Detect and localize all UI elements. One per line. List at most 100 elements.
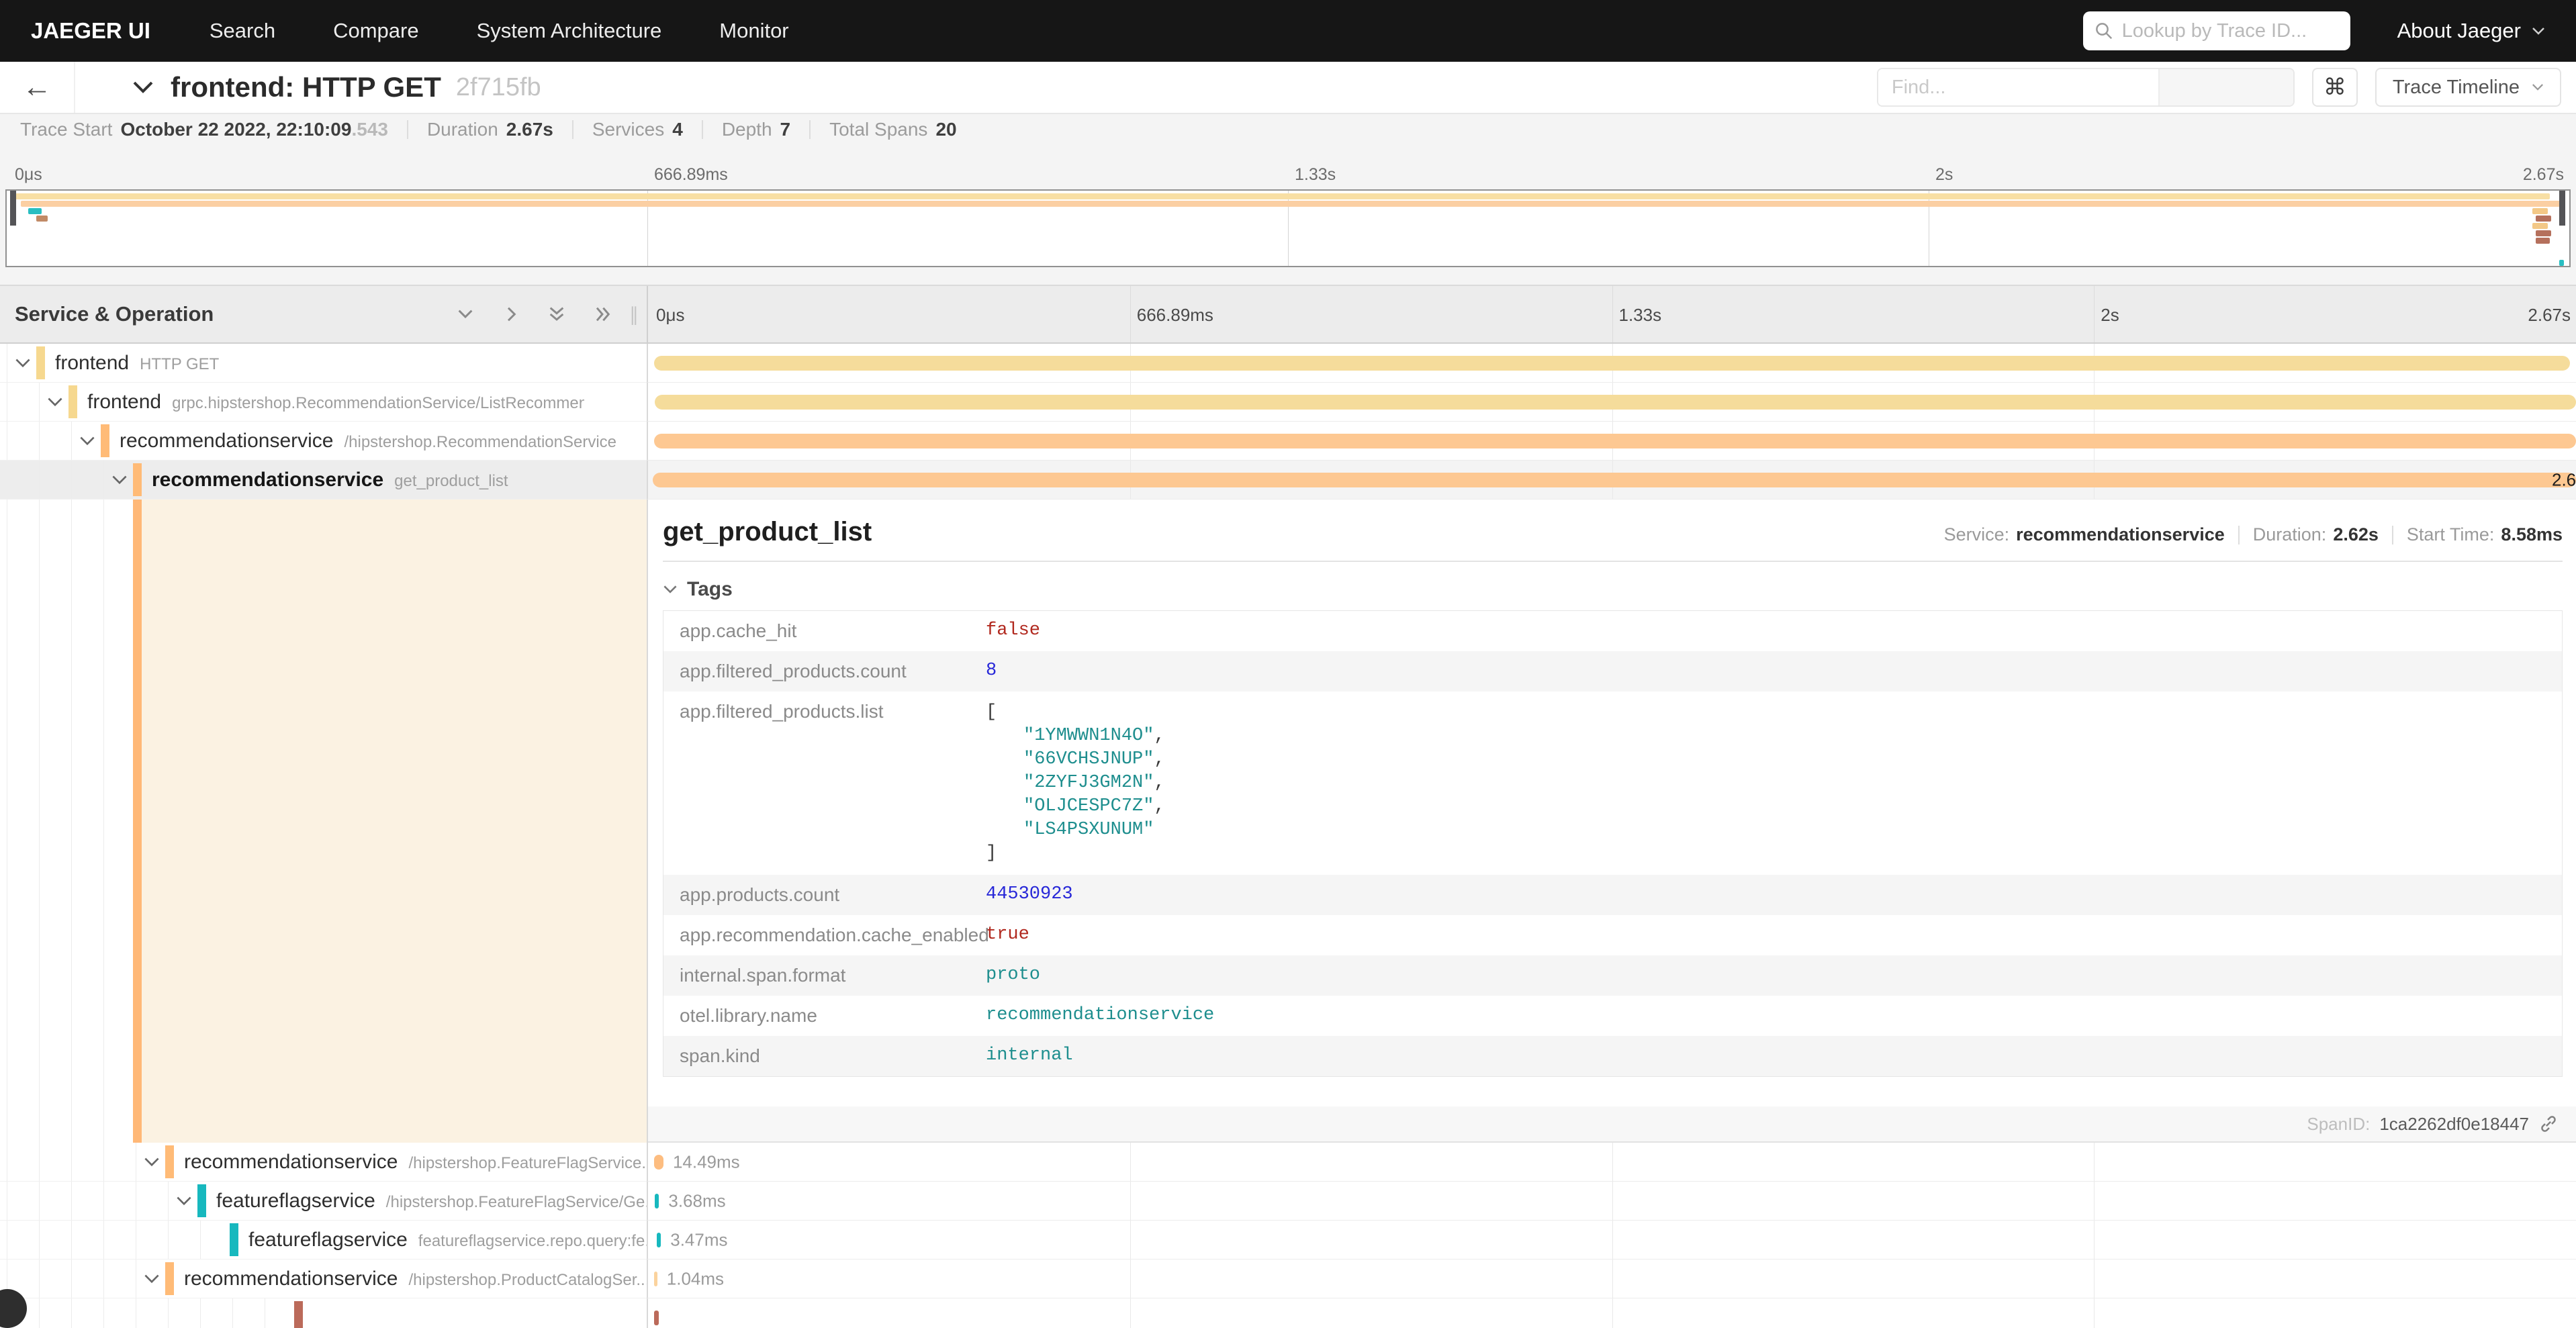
minimap-tick-label: 2s [1935,165,1953,185]
trace-stat-services: Services4 [592,119,683,140]
span-timeline-cell[interactable]: 3.47ms [647,1221,2576,1260]
span-duration-bar[interactable] [654,1155,663,1170]
trace-id-short: 2f715fb [456,73,541,102]
span-tree-cell[interactable]: frontendHTTP GET [0,344,647,383]
span-timeline-cell[interactable] [647,1298,2576,1328]
minimap-scrubber-handle[interactable] [2559,191,2565,226]
tag-row: app.filtered_products.count8 [663,651,2562,692]
tag-list-item-string: "2ZYFJ3GM2N" [1023,773,1154,793]
span-service-name: recommendationservice [184,1151,398,1173]
span-expand-chevron[interactable] [144,1274,160,1284]
minimap-tick-label: 0μs [15,165,42,185]
span-expand-chevron[interactable] [144,1157,160,1168]
span-timeline-cell[interactable]: 1.04ms [647,1260,2576,1298]
span-timeline-cell[interactable] [647,344,2576,383]
span-timeline-cell[interactable] [647,383,2576,422]
span-duration-bar[interactable] [654,1311,659,1325]
chevron-down-icon [2532,27,2545,36]
nav-item-compare[interactable]: Compare [333,19,419,43]
minimap-span-bar [2532,223,2548,229]
timeline-tick-label: 0μs [656,305,684,326]
tree-guide-line [71,1221,72,1259]
span-service-name: recommendationservice [152,469,383,491]
back-button[interactable]: ← [0,62,75,113]
tag-row: app.recommendation.cache_enabledtrue [663,915,2562,955]
nav-item-search[interactable]: Search [210,19,275,43]
span-duration-bar[interactable] [653,473,2576,487]
span-duration-bar[interactable] [655,395,2576,410]
tag-key: internal.span.format [663,955,986,996]
trace-id-lookup-input[interactable] [2122,20,2340,42]
span-expand-chevron[interactable] [15,358,31,369]
span-service-accent-bar [101,424,109,457]
span-name-group: recommendationservice/hipstershop.Produc… [184,1268,649,1290]
span-duration-bar[interactable] [654,1272,657,1286]
trace-title-bar: ← frontend: HTTP GET 2f715fb ⌘ Trace Tim… [0,62,2576,113]
span-expand-chevron[interactable] [111,475,128,485]
tag-list-item: "66VCHSJNUP", [986,748,1165,771]
expand-one-icon[interactable] [500,303,522,325]
span-name-group: recommendationservice/hipstershop.Featur… [184,1151,655,1174]
timeline-header-gridline [1612,286,1613,342]
find-input[interactable] [1878,69,2158,105]
span-tree-cell[interactable]: recommendationservice/hipstershop.Recomm… [0,422,647,461]
nav-item-monitor[interactable]: Monitor [719,19,788,43]
timeline-gridline [1130,1143,1131,1181]
nav-item-system-architecture[interactable]: System Architecture [477,19,662,43]
tree-guide-line [39,1182,40,1220]
span-tree-cell[interactable]: recommendationservice/hipstershop.Featur… [0,1143,647,1182]
tag-key: span.kind [663,1036,986,1076]
minimap-canvas[interactable] [5,189,2571,267]
span-timeline-cell[interactable]: 14.49ms [647,1143,2576,1182]
timeline-gridline [1612,1260,1613,1298]
stat-label: Trace Start [20,119,112,140]
minimap-span-bar [2536,230,2551,236]
tree-guide-line [168,1221,169,1259]
span-tree-cell[interactable]: frontendgrpc.hipstershop.RecommendationS… [0,383,647,422]
span-timeline-cell[interactable]: 2.62s [647,461,2576,500]
minimap-scrubber-handle[interactable] [10,191,16,226]
span-duration-bar[interactable] [654,434,2576,448]
tag-row: app.filtered_products.list["1YMWWN1N4O",… [663,692,2562,875]
about-jaeger-menu[interactable]: About Jaeger [2397,19,2545,43]
span-timeline-cell[interactable] [647,422,2576,461]
tree-guide-line [103,500,104,1143]
tree-guide-line [39,383,40,421]
tags-section-toggle[interactable]: Tags [663,578,2563,601]
span-duration-bar[interactable] [657,1233,661,1247]
top-nav: JAEGER UI Search Compare System Architectu… [0,0,2576,62]
span-expand-chevron[interactable] [47,397,63,408]
span-expand-chevron[interactable] [79,436,95,446]
span-service-name: recommendationservice [120,430,333,452]
span-operation-name: grpc.hipstershop.RecommendationService/L… [172,394,584,412]
span-expand-chevron[interactable] [176,1196,192,1206]
expand-all-icon[interactable] [592,303,613,325]
tree-guide-line [71,1260,72,1298]
trace-id-lookup[interactable] [2083,11,2350,50]
tag-value: internal [986,1036,1073,1076]
span-rows-top: frontendHTTP GETfrontendgrpc.hipstershop… [0,344,2576,500]
meta-divider [2238,526,2240,544]
stat-divider [702,120,703,139]
span-timeline-cell[interactable]: 3.68ms [647,1182,2576,1221]
deep-link-icon[interactable] [2538,1114,2559,1134]
span-duration-bar[interactable] [654,356,2571,371]
collapse-one-icon[interactable] [455,303,476,325]
stat-label: Depth [722,119,772,140]
span-duration-bar[interactable] [655,1194,659,1208]
keyboard-shortcuts-button[interactable]: ⌘ [2312,68,2358,107]
find-box [1877,68,2295,107]
span-tree-cell[interactable]: recommendationservice/hipstershop.Produc… [0,1260,647,1298]
span-tree-cell[interactable]: recommendationserviceget_product_list [0,461,647,500]
tag-key: app.products.count [663,875,986,915]
span-tree-cell[interactable] [0,1298,647,1328]
span-tree-cell[interactable]: featureflagservice/hipstershop.FeatureFl… [0,1182,647,1221]
collapse-all-icon[interactable] [546,303,567,325]
collapse-trace-header-chevron[interactable] [132,80,154,95]
app-logo[interactable]: JAEGER UI [31,18,150,44]
column-resize-handle[interactable]: ∥ [629,303,639,326]
minimap-span-bar [15,193,2550,199]
span-tree-cell[interactable]: featureflagservicefeatureflagservice.rep… [0,1221,647,1260]
span-row: recommendationservice/hipstershop.Recomm… [0,422,2576,461]
trace-view-select[interactable]: Trace Timeline [2375,68,2561,107]
